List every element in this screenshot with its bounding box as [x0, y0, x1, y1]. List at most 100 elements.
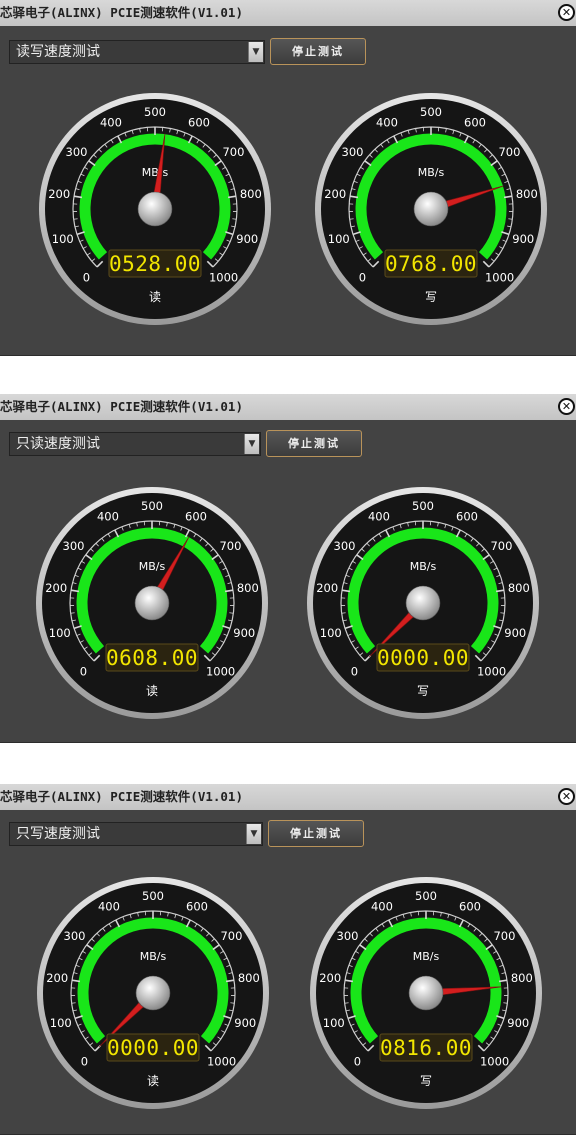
unit-label: MB/s — [140, 950, 167, 963]
gauge-label: 写 — [417, 684, 429, 698]
tick-label: 0 — [83, 271, 90, 285]
minor-tick — [508, 219, 512, 220]
read-speed-gauge: 01002003004005006007008009001000MB/s0000… — [36, 876, 270, 1110]
tick-label: 200 — [48, 187, 70, 201]
tick-label: 900 — [234, 1016, 256, 1030]
tick-label: 1000 — [480, 1055, 509, 1069]
tick-label: 600 — [456, 510, 478, 524]
tick-label: 600 — [459, 900, 481, 914]
minor-tick — [74, 219, 78, 220]
test-mode-select[interactable]: 读写速度测试 ▼ — [9, 40, 265, 64]
tick-label: 200 — [319, 971, 341, 985]
tick-label: 800 — [511, 971, 533, 985]
title-bar: 芯驿电子(ALINX) PCIE测速软件(V1.01) ✕ — [0, 0, 576, 26]
tick-label: 200 — [46, 971, 68, 985]
tick-label: 800 — [238, 971, 260, 985]
window-title: 芯驿电子(ALINX) PCIE测速软件(V1.01) — [0, 789, 243, 804]
minor-tick — [350, 219, 354, 220]
needle-hub — [409, 976, 443, 1010]
tick-label: 100 — [50, 1016, 72, 1030]
close-icon[interactable]: ✕ — [558, 398, 575, 415]
tick-label: 400 — [371, 900, 393, 914]
tick-label: 900 — [507, 1016, 529, 1030]
tick-label: 1000 — [209, 271, 238, 285]
minor-tick — [342, 613, 346, 614]
minor-tick — [500, 613, 504, 614]
tick-label: 500 — [420, 105, 442, 119]
tick-label: 100 — [328, 232, 350, 246]
window-title: 芯驿电子(ALINX) PCIE测速软件(V1.01) — [0, 399, 243, 414]
speed-readout: 0000.00 — [107, 1036, 199, 1060]
tick-label: 0 — [354, 1055, 361, 1069]
read-speed-gauge: 01002003004005006007008009001000MB/s0608… — [35, 486, 269, 720]
unit-label: MB/s — [413, 950, 440, 963]
minor-tick — [232, 219, 236, 220]
tick-label: 600 — [188, 116, 210, 130]
write-speed-gauge: 01002003004005006007008009001000MB/s0000… — [306, 486, 540, 720]
write-speed-gauge: 01002003004005006007008009001000MB/s0768… — [314, 92, 548, 326]
test-mode-select[interactable]: 只写速度测试 ▼ — [9, 822, 263, 846]
needle-hub — [135, 586, 169, 620]
gauge-label: 读 — [146, 684, 158, 698]
unit-label: MB/s — [418, 166, 445, 179]
minor-tick — [230, 1003, 234, 1004]
tick-label: 900 — [233, 626, 255, 640]
title-bar: 芯驿电子(ALINX) PCIE测速软件(V1.01) ✕ — [0, 784, 576, 810]
speed-readout: 0768.00 — [385, 252, 477, 276]
tick-label: 800 — [508, 581, 530, 595]
app-window-1: 芯驿电子(ALINX) PCIE测速软件(V1.01) ✕ 读写速度测试 ▼ 停… — [0, 0, 576, 356]
window-title: 芯驿电子(ALINX) PCIE测速软件(V1.01) — [0, 5, 243, 20]
test-mode-value: 读写速度测试 — [16, 44, 100, 60]
tick-label: 200 — [45, 581, 67, 595]
minor-tick — [503, 1003, 507, 1004]
tick-label: 100 — [323, 1016, 345, 1030]
tick-label: 300 — [342, 145, 364, 159]
stop-test-button[interactable]: 停止测试 — [270, 38, 366, 65]
minor-tick — [345, 1003, 349, 1004]
close-icon[interactable]: ✕ — [558, 4, 575, 21]
tick-label: 400 — [376, 116, 398, 130]
tick-label: 400 — [98, 900, 120, 914]
tick-label: 300 — [64, 929, 86, 943]
tick-label: 700 — [490, 539, 512, 553]
tick-label: 400 — [368, 510, 390, 524]
tick-label: 900 — [236, 232, 258, 246]
tick-label: 500 — [144, 105, 166, 119]
tick-label: 300 — [334, 539, 356, 553]
gauge-label: 读 — [147, 1074, 159, 1088]
chevron-down-icon[interactable]: ▼ — [248, 42, 263, 62]
app-window-3: 芯驿电子(ALINX) PCIE测速软件(V1.01) ✕ 只写速度测试 ▼ 停… — [0, 784, 576, 1135]
tick-label: 700 — [498, 145, 520, 159]
tick-label: 0 — [351, 665, 358, 679]
tick-label: 600 — [464, 116, 486, 130]
tick-label: 700 — [493, 929, 515, 943]
tick-label: 200 — [316, 581, 338, 595]
tick-label: 0 — [81, 1055, 88, 1069]
tick-label: 900 — [512, 232, 534, 246]
speed-readout: 0816.00 — [380, 1036, 472, 1060]
tick-label: 700 — [222, 145, 244, 159]
test-mode-select[interactable]: 只读速度测试 ▼ — [9, 432, 261, 456]
tick-label: 500 — [142, 889, 164, 903]
chevron-down-icon[interactable]: ▼ — [246, 824, 261, 844]
stop-test-button[interactable]: 停止测试 — [268, 820, 364, 847]
test-mode-value: 只读速度测试 — [16, 436, 100, 452]
gauge-label: 写 — [420, 1074, 432, 1088]
write-speed-gauge: 01002003004005006007008009001000MB/s0816… — [309, 876, 543, 1110]
tick-label: 600 — [185, 510, 207, 524]
stop-test-button[interactable]: 停止测试 — [266, 430, 362, 457]
tick-label: 200 — [324, 187, 346, 201]
tick-label: 800 — [240, 187, 262, 201]
close-icon[interactable]: ✕ — [558, 788, 575, 805]
needle-hub — [138, 192, 172, 226]
gauge-label: 写 — [425, 290, 437, 304]
chevron-down-icon[interactable]: ▼ — [244, 434, 259, 454]
tick-label: 400 — [97, 510, 119, 524]
tick-label: 100 — [49, 626, 71, 640]
tick-label: 300 — [337, 929, 359, 943]
speed-readout: 0528.00 — [109, 252, 201, 276]
tick-label: 900 — [504, 626, 526, 640]
app-window-2: 芯驿电子(ALINX) PCIE测速软件(V1.01) ✕ 只读速度测试 ▼ 停… — [0, 394, 576, 743]
tick-label: 1000 — [207, 1055, 236, 1069]
tick-label: 500 — [141, 499, 163, 513]
